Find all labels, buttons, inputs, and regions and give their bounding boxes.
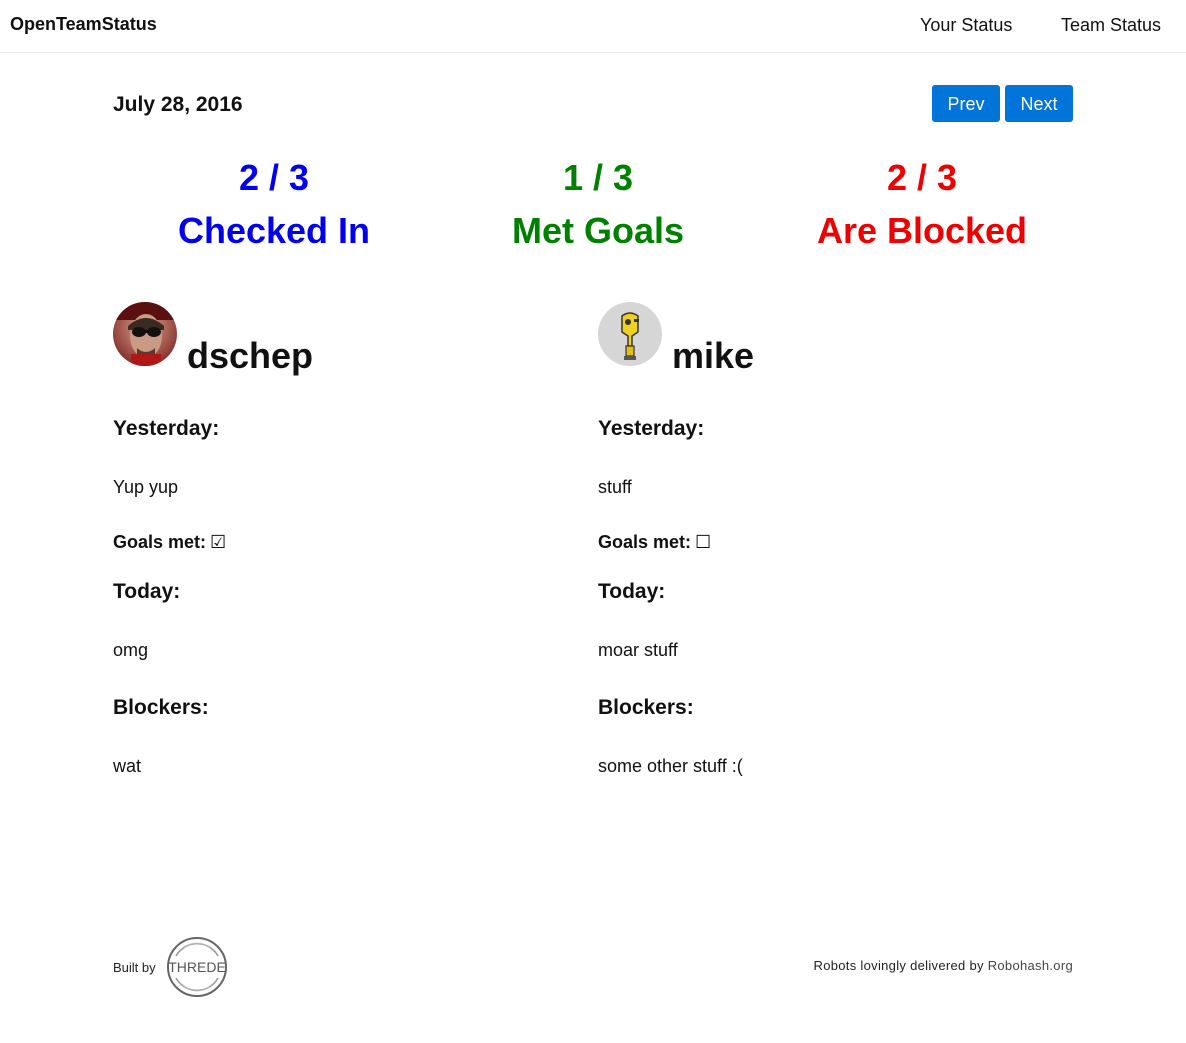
nav-team-status[interactable]: Team Status <box>1061 15 1161 35</box>
today-text: moar stuff <box>598 640 678 660</box>
page-date: July 28, 2016 <box>113 93 243 116</box>
blockers-heading: Blockers: <box>113 696 209 719</box>
footer-built-by: Built by THREDE <box>113 936 228 998</box>
footer-robohash: Robots lovingly delivered by Robohash.or… <box>814 958 1073 974</box>
stat-met-goals-label: Met Goals <box>511 210 685 251</box>
yesterday-heading: Yesterday: <box>598 417 705 440</box>
robot-avatar <box>598 302 662 366</box>
today-heading: Today: <box>113 580 181 603</box>
username-mike: mike <box>672 335 755 376</box>
goals-met-row: Goals met: ☑ <box>113 532 226 552</box>
stat-are-blocked-value: 2 / 3 <box>886 157 958 198</box>
next-button[interactable]: Next <box>1005 85 1073 122</box>
built-by-text: Built by <box>113 959 156 975</box>
username-dschep: dschep <box>187 335 314 376</box>
goals-met-label: Goals met: <box>113 532 207 552</box>
yesterday-text: stuff <box>598 477 632 497</box>
stat-are-blocked-label: Are Blocked <box>816 210 1028 251</box>
stat-are-blocked: 2 / 3 Are Blocked <box>762 158 1082 251</box>
goals-met-label: Goals met: <box>598 532 692 552</box>
today-heading: Today: <box>598 580 666 603</box>
threde-logo-text: THREDE <box>168 959 226 975</box>
brand-title[interactable]: OpenTeamStatus <box>10 14 157 34</box>
stat-checked-in-label: Checked In <box>177 210 371 251</box>
nav-your-status[interactable]: Your Status <box>920 15 1012 35</box>
stat-met-goals-value: 1 / 3 <box>562 157 634 198</box>
blockers-text: some other stuff :( <box>598 756 743 776</box>
stat-checked-in: 2 / 3 Checked In <box>114 158 434 251</box>
goals-met-row: Goals met: ☐ <box>598 532 711 552</box>
yesterday-heading: Yesterday: <box>113 417 220 440</box>
top-navbar: OpenTeamStatus Your Status Team Status <box>0 0 1186 53</box>
prev-button[interactable]: Prev <box>932 85 1000 122</box>
threde-logo[interactable]: THREDE <box>166 936 228 998</box>
goals-met-checkbox: ☑ <box>210 532 227 552</box>
robots-credit-text: Robots lovingly delivered by <box>813 958 984 973</box>
robohash-link[interactable]: Robohash.org <box>988 958 1073 973</box>
stat-met-goals: 1 / 3 Met Goals <box>438 158 758 251</box>
stat-checked-in-value: 2 / 3 <box>238 157 310 198</box>
blockers-text: wat <box>113 756 142 776</box>
yesterday-text: Yup yup <box>113 477 179 497</box>
blockers-heading: Blockers: <box>598 696 694 719</box>
today-text: omg <box>113 640 149 660</box>
goals-met-checkbox: ☐ <box>695 532 712 552</box>
user-photo-avatar <box>113 302 177 366</box>
